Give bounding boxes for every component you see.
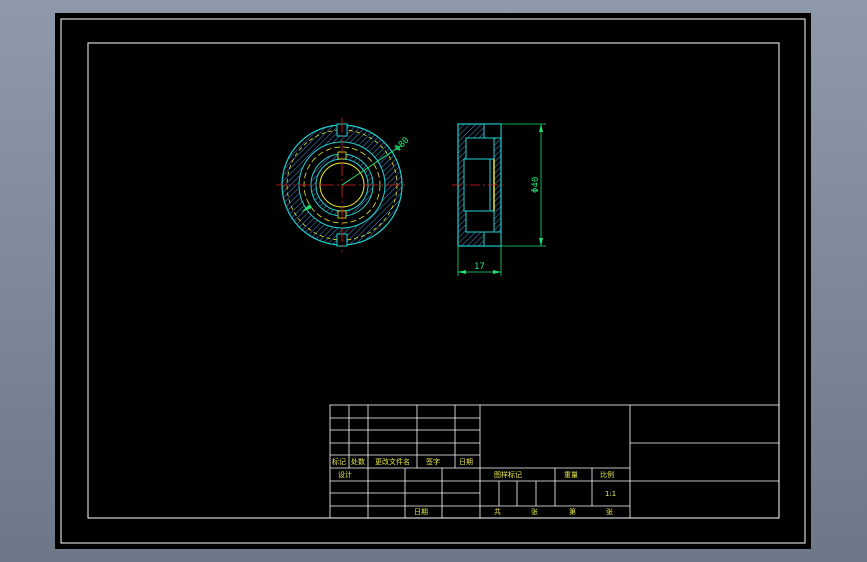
rev-header-count: 处数 xyxy=(351,457,365,466)
rev-header-date: 日期 xyxy=(459,458,473,466)
rev-header-file: 更改文件名 xyxy=(375,457,410,466)
page-label: 第 xyxy=(569,507,576,516)
sheet-label: 张 xyxy=(606,507,613,516)
scale-value: 1:1 xyxy=(605,490,616,498)
height-label: Φ40 xyxy=(531,177,541,193)
sheets-label: 张 xyxy=(531,507,538,516)
rev-header-mark: 标记 xyxy=(332,457,346,466)
cad-viewport[interactable]: Φ80 Φ40 17 标记 处数 更改文件名 签字 日期 设计 日期 图样标记 … xyxy=(0,0,867,562)
weight-label: 重量 xyxy=(564,471,578,479)
date-label: 日期 xyxy=(414,508,428,516)
top-groove xyxy=(465,137,495,160)
top-step-cut xyxy=(483,123,502,139)
stage-mark-label: 图样标记 xyxy=(494,470,522,479)
design-label: 设计 xyxy=(338,470,352,479)
width-label: 17 xyxy=(474,262,485,272)
scale-label: 比例 xyxy=(600,470,614,479)
bottom-groove xyxy=(465,210,495,233)
rev-header-sign: 签字 xyxy=(426,457,440,466)
total-label: 共 xyxy=(494,507,501,516)
drawing-sheet xyxy=(55,13,811,549)
bottom-step-cut xyxy=(483,231,502,247)
